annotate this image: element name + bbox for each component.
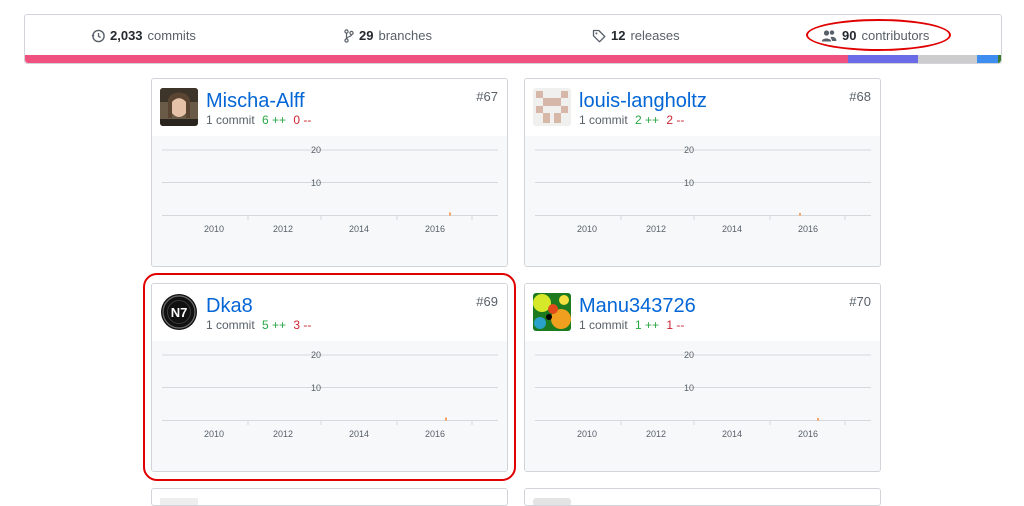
x-tick-label: 2016 bbox=[798, 224, 818, 234]
deletions: 3 -- bbox=[293, 318, 312, 332]
branches-count: 29 bbox=[359, 28, 374, 43]
y-tick-label: 10 bbox=[684, 383, 694, 393]
contribution-graph: 20 10 2010 2012 2014 2016 bbox=[525, 136, 880, 266]
x-tick-label: 2016 bbox=[425, 224, 445, 234]
contribution-graph: 20 10 2010 2012 2014 2016 bbox=[152, 136, 507, 266]
repo-summary: 2,033 commits 29 branches 12 releases 90… bbox=[24, 14, 1002, 64]
x-tick-label: 2010 bbox=[577, 429, 597, 439]
contributor-card: louis-langholtz 1 commit 2 ++ 2 -- #68 2… bbox=[524, 78, 881, 267]
additions: 6 ++ bbox=[262, 113, 287, 127]
x-tick-label: 2012 bbox=[646, 224, 666, 234]
contributor-stats: 1 commit 6 ++ 0 -- bbox=[206, 113, 311, 127]
contributor-card: Manu343726 1 commit 1 ++ 1 -- #70 20 10 … bbox=[524, 283, 881, 472]
avatar[interactable] bbox=[533, 293, 571, 331]
releases-label: releases bbox=[630, 28, 680, 43]
language-segment[interactable] bbox=[918, 55, 977, 63]
avatar[interactable] bbox=[160, 498, 198, 505]
language-segment[interactable] bbox=[976, 55, 999, 63]
commits-link[interactable]: 2,033 commits bbox=[91, 28, 196, 43]
contributor-card-partial bbox=[151, 488, 508, 506]
releases-link[interactable]: 12 releases bbox=[592, 28, 680, 43]
x-tick-label: 2012 bbox=[646, 429, 666, 439]
x-tick-label: 2016 bbox=[425, 429, 445, 439]
people-icon bbox=[821, 29, 837, 41]
contributor-card: N7 Dka8 1 commit 5 ++ 3 -- #69 20 10 201… bbox=[151, 283, 508, 472]
x-tick-label: 2010 bbox=[204, 429, 224, 439]
contributor-login[interactable]: Mischa-Alff bbox=[206, 89, 305, 113]
additions: 2 ++ bbox=[635, 113, 660, 127]
contributor-stats: 1 commit 1 ++ 1 -- bbox=[579, 318, 684, 332]
commits-count: 2,033 bbox=[110, 28, 143, 43]
x-tick-label: 2014 bbox=[349, 429, 369, 439]
x-tick-label: 2014 bbox=[349, 224, 369, 234]
y-tick-label: 10 bbox=[311, 383, 321, 393]
x-tick-label: 2010 bbox=[204, 224, 224, 234]
commit-count-link[interactable]: 1 commit bbox=[579, 113, 628, 127]
x-tick-label: 2014 bbox=[722, 224, 742, 234]
branches-label: branches bbox=[378, 28, 432, 43]
contributor-card: Mischa-Alff 1 commit 6 ++ 0 -- #67 20 10… bbox=[151, 78, 508, 267]
deletions: 2 -- bbox=[666, 113, 685, 127]
contributor-stats: 1 commit 2 ++ 2 -- bbox=[579, 113, 684, 127]
avatar[interactable]: N7 bbox=[160, 293, 198, 331]
x-tick-label: 2012 bbox=[273, 224, 293, 234]
y-tick-label: 20 bbox=[311, 145, 321, 155]
contributor-login[interactable]: Manu343726 bbox=[579, 294, 696, 318]
commit-count-link[interactable]: 1 commit bbox=[206, 113, 255, 127]
contributor-rank: #68 bbox=[849, 89, 871, 104]
language-segment[interactable] bbox=[847, 55, 919, 63]
avatar[interactable] bbox=[533, 88, 571, 126]
svg-text:N7: N7 bbox=[171, 305, 188, 320]
contributors-link[interactable]: 90 contributors bbox=[821, 28, 929, 43]
contributors-count: 90 bbox=[842, 28, 857, 43]
contribution-graph: 20 10 2010 2012 2014 2016 bbox=[525, 341, 880, 471]
y-tick-label: 20 bbox=[684, 145, 694, 155]
contributor-stats: 1 commit 5 ++ 3 -- bbox=[206, 318, 311, 332]
language-segment[interactable] bbox=[25, 55, 848, 63]
history-icon bbox=[91, 29, 105, 42]
contributor-rank: #69 bbox=[476, 294, 498, 309]
avatar[interactable] bbox=[160, 88, 198, 126]
y-tick-label: 10 bbox=[684, 178, 694, 188]
commits-label: commits bbox=[147, 28, 196, 43]
releases-count: 12 bbox=[611, 28, 626, 43]
commit-count-link[interactable]: 1 commit bbox=[206, 318, 255, 332]
x-tick-label: 2016 bbox=[798, 429, 818, 439]
git-branch-icon bbox=[344, 28, 354, 43]
language-bar[interactable] bbox=[25, 55, 1001, 63]
contributor-rank: #67 bbox=[476, 89, 498, 104]
deletions: 1 -- bbox=[666, 318, 685, 332]
branches-link[interactable]: 29 branches bbox=[344, 28, 432, 43]
y-tick-label: 20 bbox=[311, 350, 321, 360]
contributors-label: contributors bbox=[861, 28, 930, 43]
contributor-login[interactable]: louis-langholtz bbox=[579, 89, 707, 113]
contributor-rank: #70 bbox=[849, 294, 871, 309]
y-tick-label: 20 bbox=[684, 350, 694, 360]
y-tick-label: 10 bbox=[311, 178, 321, 188]
additions: 5 ++ bbox=[262, 318, 287, 332]
tag-icon bbox=[592, 29, 606, 42]
x-tick-label: 2012 bbox=[273, 429, 293, 439]
contributor-login[interactable]: Dka8 bbox=[206, 294, 253, 318]
x-tick-label: 2014 bbox=[722, 429, 742, 439]
additions: 1 ++ bbox=[635, 318, 660, 332]
language-segment[interactable] bbox=[998, 55, 1001, 63]
contributor-card-partial bbox=[524, 488, 881, 506]
commit-count-link[interactable]: 1 commit bbox=[579, 318, 628, 332]
x-tick-label: 2010 bbox=[577, 224, 597, 234]
avatar[interactable] bbox=[533, 498, 571, 505]
contribution-graph: 20 10 2010 2012 2014 2016 bbox=[152, 341, 507, 471]
deletions: 0 -- bbox=[293, 113, 312, 127]
